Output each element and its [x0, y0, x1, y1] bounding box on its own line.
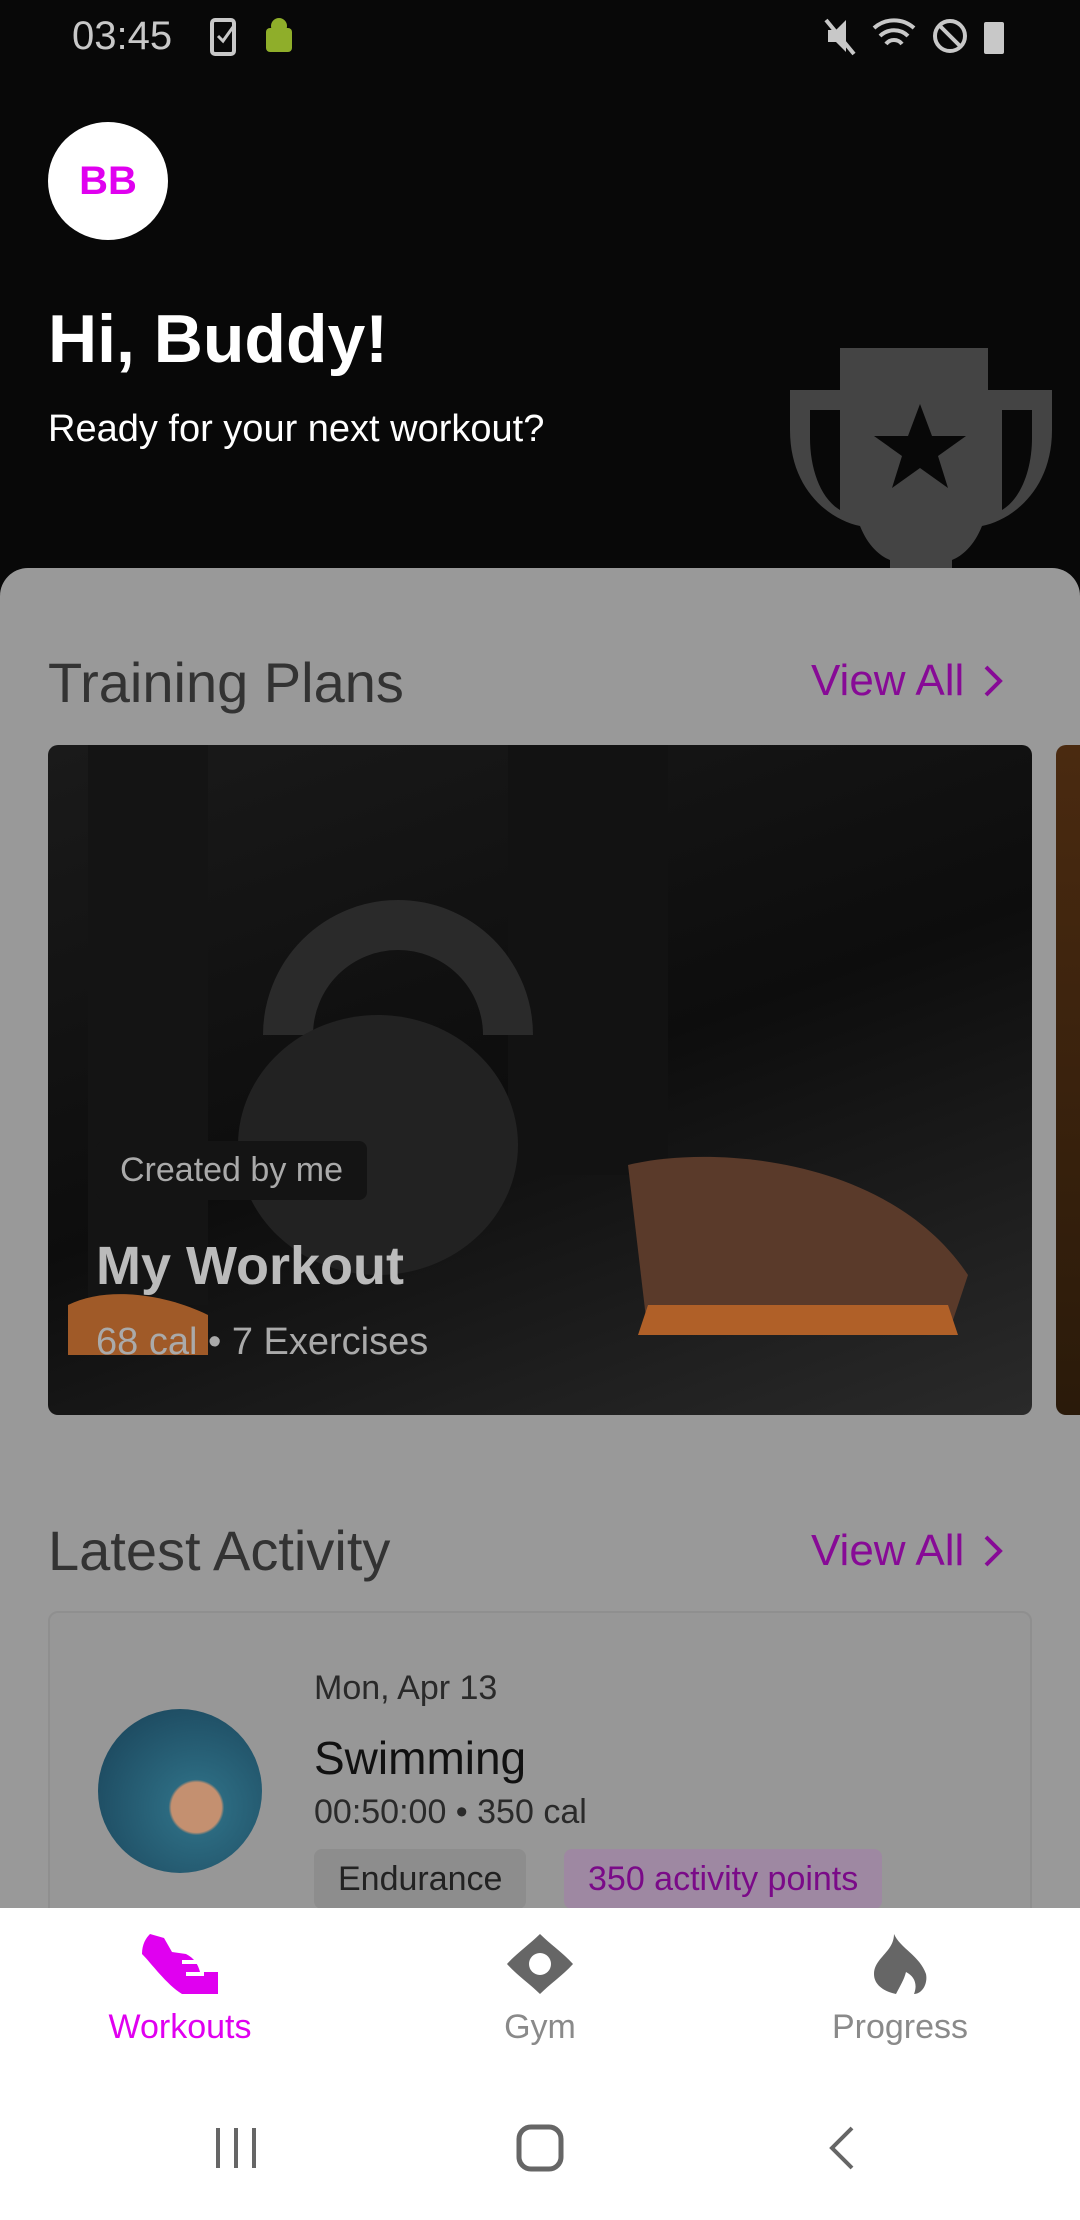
avatar[interactable]: BB — [48, 122, 168, 240]
greeting: Hi, Buddy! — [48, 301, 388, 377]
recent-apps-icon[interactable] — [214, 2126, 260, 2170]
back-icon[interactable] — [826, 2126, 856, 2170]
latest-activity-view-all[interactable]: View All — [811, 1526, 1004, 1576]
home-icon[interactable] — [516, 2124, 564, 2172]
chevron-right-icon — [984, 665, 1004, 697]
nav-progress[interactable]: Progress — [720, 1934, 1080, 2047]
tag-endurance: Endurance — [314, 1849, 527, 1909]
bottom-navigation: Workouts Gym Progress — [0, 1908, 1080, 2220]
activity-details: 00:50:00 • 350 cal — [314, 1793, 587, 1831]
nav-label: Gym — [504, 2008, 576, 2046]
status-bar: 03:45 — [0, 0, 1080, 70]
trophy-icon — [790, 348, 1052, 570]
activity-title: Swimming — [314, 1732, 527, 1784]
training-plans-title: Training Plans — [48, 651, 404, 714]
activity-date: Mon, Apr 13 — [314, 1669, 498, 1707]
flame-icon — [874, 1934, 927, 1994]
greeting-subtitle: Ready for your next workout? — [48, 408, 545, 450]
system-status-icons — [824, 18, 1004, 56]
view-all-label: View All — [811, 656, 965, 705]
chevron-right-icon — [984, 1535, 1004, 1567]
nav-label: Progress — [831, 2008, 969, 2046]
training-plans-view-all[interactable]: View All — [811, 656, 1004, 706]
kettlebell-photo — [68, 745, 968, 1355]
latest-activity-title: Latest Activity — [48, 1519, 391, 1582]
notification-icons — [210, 18, 292, 56]
training-plan-title: My Workout — [96, 1236, 404, 1296]
training-plan-subtitle: 68 cal • 7 Exercises — [96, 1321, 429, 1363]
training-plan-card[interactable]: Created by me My Workout 68 cal • 7 Exer… — [48, 745, 1032, 1415]
next-training-plan-card[interactable] — [1056, 745, 1080, 1415]
created-by-badge: Created by me — [96, 1141, 367, 1200]
status-time: 03:45 — [72, 14, 173, 58]
nav-workouts[interactable]: Workouts — [0, 1934, 360, 2047]
nav-gym[interactable]: Gym — [360, 1934, 720, 2047]
view-all-label: View All — [811, 1526, 965, 1575]
activity-image — [98, 1709, 262, 1873]
shoe-icon — [142, 1934, 218, 1994]
location-icon — [507, 1934, 573, 1994]
tag-activity-points: 350 activity points — [564, 1849, 883, 1909]
nav-label: Workouts — [108, 2008, 252, 2046]
